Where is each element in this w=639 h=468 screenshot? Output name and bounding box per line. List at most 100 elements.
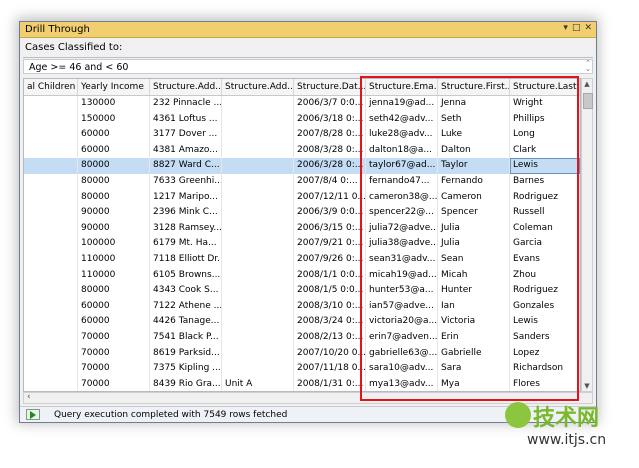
table-cell[interactable] <box>222 111 294 128</box>
table-cell[interactable]: 4426 Tanage... <box>150 314 222 330</box>
table-cell[interactable]: 8827 Ward C... <box>150 158 222 174</box>
column-header[interactable]: Structure.Add... <box>150 79 222 95</box>
maximize-icon[interactable]: □ <box>572 23 581 33</box>
table-cell[interactable]: 3128 Ramsey... <box>150 220 222 237</box>
table-cell[interactable]: 7633 Greenhi... <box>150 174 222 190</box>
table-cell[interactable]: 60000 <box>78 142 150 159</box>
table-cell[interactable]: 2006/3/9 0:0... <box>294 205 366 221</box>
table-cell[interactable]: 6179 Mt. Ha... <box>150 236 222 252</box>
table-cell[interactable]: 3177 Dover ... <box>150 127 222 143</box>
table-cell[interactable] <box>222 127 294 143</box>
table-cell[interactable] <box>24 314 78 330</box>
table-cell[interactable] <box>222 236 294 252</box>
table-cell[interactable]: 7118 Elliott Dr. <box>150 252 222 268</box>
table-cell[interactable]: 2007/8/28 0:... <box>294 127 366 143</box>
table-cell[interactable] <box>222 330 294 346</box>
table-cell[interactable] <box>222 96 294 112</box>
table-cell[interactable]: 70000 <box>78 345 150 362</box>
table-cell[interactable]: 150000 <box>78 111 150 128</box>
table-cell[interactable]: 2006/3/7 0:0... <box>294 96 366 112</box>
table-cell[interactable]: 130000 <box>78 96 150 112</box>
table-cell[interactable] <box>222 142 294 159</box>
table-cell[interactable] <box>222 174 294 190</box>
table-cell[interactable] <box>222 220 294 237</box>
table-cell[interactable]: 70000 <box>78 361 150 377</box>
title-bar[interactable]: Drill Through ▾ □ ✕ <box>20 22 596 38</box>
table-cell[interactable]: 2008/3/24 0:... <box>294 314 366 330</box>
table-cell[interactable]: 2007/11/18 0... <box>294 361 366 377</box>
filter-scroll-icon[interactable]: ⌃ ⌄ <box>585 60 591 73</box>
table-cell[interactable]: 4361 Loftus ... <box>150 111 222 128</box>
table-cell[interactable] <box>24 174 78 190</box>
table-cell[interactable] <box>222 267 294 284</box>
table-cell[interactable] <box>24 252 78 268</box>
table-cell[interactable] <box>24 111 78 128</box>
table-cell[interactable] <box>24 189 78 206</box>
table-cell[interactable] <box>24 205 78 221</box>
table-cell[interactable]: 2008/3/10 0:... <box>294 298 366 315</box>
column-header[interactable]: al Children <box>24 79 78 95</box>
column-header[interactable]: Structure.Dat... <box>294 79 366 95</box>
column-header[interactable]: Structure.Add... <box>222 79 294 95</box>
vertical-scrollbar[interactable]: ▲ ▼ <box>581 78 593 392</box>
table-cell[interactable] <box>222 361 294 377</box>
table-cell[interactable]: 4343 Cook S... <box>150 283 222 299</box>
table-cell[interactable] <box>222 283 294 299</box>
table-cell[interactable]: 80000 <box>78 158 150 174</box>
table-cell[interactable] <box>24 96 78 112</box>
table-cell[interactable]: 8439 Rio Gra... <box>150 376 222 391</box>
table-cell[interactable] <box>24 220 78 237</box>
scroll-down-icon[interactable]: ▼ <box>582 382 592 390</box>
scroll-left-icon[interactable]: ‹ <box>27 392 31 402</box>
table-cell[interactable] <box>24 236 78 252</box>
table-cell[interactable] <box>24 376 78 391</box>
table-cell[interactable]: 2006/3/15 0:... <box>294 220 366 237</box>
table-cell[interactable] <box>24 127 78 143</box>
table-cell[interactable]: 1217 Maripo... <box>150 189 222 206</box>
table-cell[interactable]: 7122 Athene ... <box>150 298 222 315</box>
table-cell[interactable]: 7541 Black P... <box>150 330 222 346</box>
table-cell[interactable]: 2008/1/31 0:... <box>294 376 366 391</box>
dropdown-icon[interactable]: ▾ <box>563 23 568 33</box>
table-cell[interactable] <box>222 314 294 330</box>
table-cell[interactable]: 110000 <box>78 267 150 284</box>
table-cell[interactable]: 90000 <box>78 220 150 237</box>
table-cell[interactable]: 80000 <box>78 283 150 299</box>
table-cell[interactable]: 70000 <box>78 376 150 391</box>
table-cell[interactable]: 110000 <box>78 252 150 268</box>
table-cell[interactable] <box>24 158 78 174</box>
table-cell[interactable]: 2006/3/18 0:... <box>294 111 366 128</box>
table-cell[interactable]: 2007/8/4 0:... <box>294 174 366 190</box>
table-cell[interactable]: 60000 <box>78 127 150 143</box>
table-cell[interactable]: 2008/1/1 0:0... <box>294 267 366 284</box>
table-cell[interactable]: 2007/10/20 0... <box>294 345 366 362</box>
table-cell[interactable]: 8619 Parksid... <box>150 345 222 362</box>
table-cell[interactable]: 6105 Browns... <box>150 267 222 284</box>
table-cell[interactable]: 80000 <box>78 189 150 206</box>
column-header[interactable]: Yearly Income <box>78 79 150 95</box>
table-cell[interactable] <box>222 205 294 221</box>
table-cell[interactable]: 2007/9/26 0:... <box>294 252 366 268</box>
table-cell[interactable]: 90000 <box>78 205 150 221</box>
table-cell[interactable]: 232 Pinnacle ... <box>150 96 222 112</box>
table-cell[interactable] <box>222 252 294 268</box>
filter-box[interactable]: Age >= 46 and < 60 ⌃ ⌄ <box>23 59 593 74</box>
table-cell[interactable]: 2396 Mink C... <box>150 205 222 221</box>
table-cell[interactable] <box>222 298 294 315</box>
table-cell[interactable]: 4381 Amazo... <box>150 142 222 159</box>
table-cell[interactable]: 2007/12/11 0... <box>294 189 366 206</box>
table-cell[interactable] <box>24 283 78 299</box>
table-cell[interactable] <box>222 158 294 174</box>
table-cell[interactable] <box>24 345 78 362</box>
table-cell[interactable]: 70000 <box>78 330 150 346</box>
table-cell[interactable] <box>24 142 78 159</box>
table-cell[interactable]: 60000 <box>78 298 150 315</box>
table-cell[interactable] <box>222 345 294 362</box>
table-cell[interactable]: 2008/1/5 0:0... <box>294 283 366 299</box>
table-cell[interactable]: 7375 Kipling ... <box>150 361 222 377</box>
run-button[interactable] <box>26 409 40 420</box>
table-cell[interactable] <box>24 267 78 284</box>
table-cell[interactable]: 2008/3/28 0:... <box>294 142 366 159</box>
scroll-thumb[interactable] <box>583 93 593 109</box>
table-cell[interactable]: 2008/2/13 0:... <box>294 330 366 346</box>
